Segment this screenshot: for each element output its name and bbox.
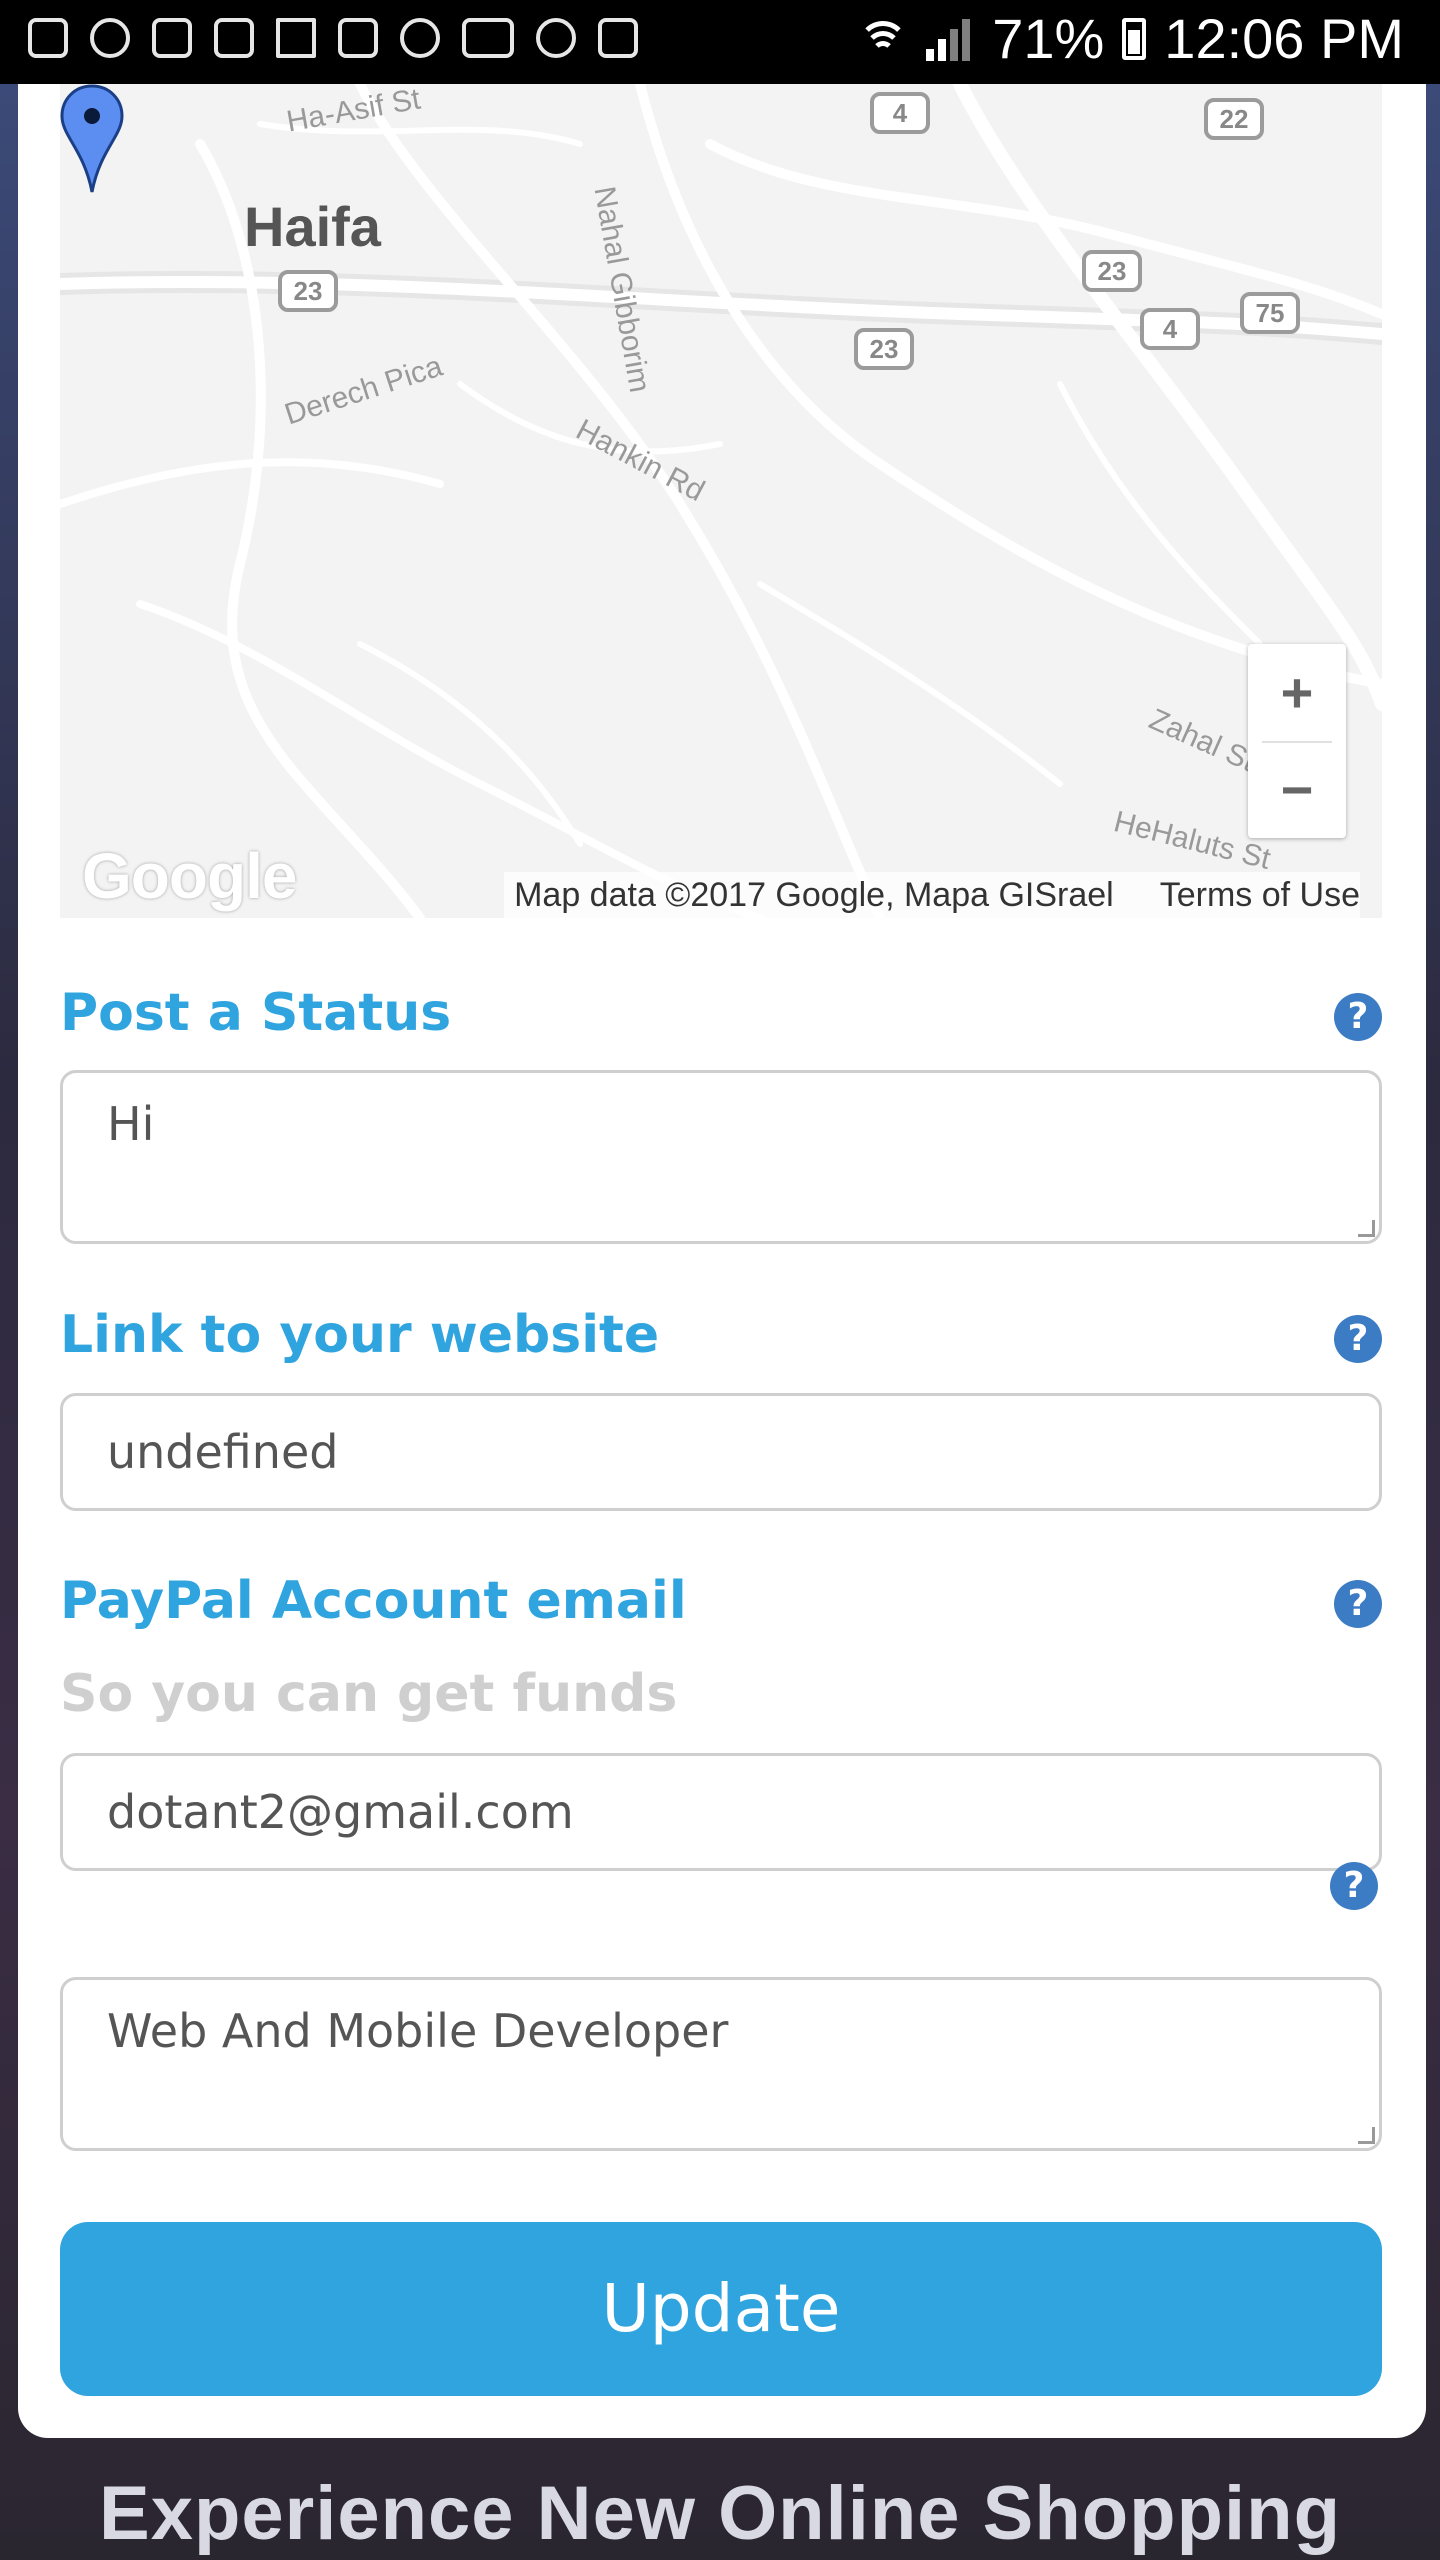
paypal-help-icon[interactable]: ?	[1334, 1580, 1382, 1628]
paypal-label: PayPal Account email	[60, 1571, 687, 1631]
route-shield: 22	[1204, 98, 1264, 140]
route-shield: 23	[854, 328, 914, 370]
status-help-icon[interactable]: ?	[1334, 993, 1382, 1041]
zoom-separator	[1262, 741, 1332, 743]
website-help-icon[interactable]: ?	[1334, 1315, 1382, 1363]
email-icon	[152, 18, 192, 58]
map-attribution: Map data ©2017 Google, Mapa GISrael	[514, 875, 1114, 914]
paypal-email-input[interactable]: dotant2@gmail.com	[60, 1753, 1382, 1871]
status-textarea[interactable]: Hi	[60, 1070, 1382, 1244]
status-label: Post a Status	[60, 983, 452, 1043]
website-input[interactable]: undefined	[60, 1393, 1382, 1511]
route-shield: 75	[1240, 292, 1300, 334]
bio-textarea[interactable]: Web And Mobile Developer	[60, 1977, 1382, 2151]
notification-icons	[28, 18, 638, 58]
route-shield: 23	[1082, 250, 1142, 292]
route-shield: 4	[1140, 308, 1200, 350]
figure-icon-2	[536, 18, 576, 58]
website-label: Link to your website	[60, 1305, 660, 1365]
map[interactable]: Haifa Ha-Asif St Nahal Gibborim Derech P…	[60, 84, 1382, 918]
background-headline: Experience New Online Shopping	[99, 2471, 1341, 2556]
gallery-icon	[28, 18, 68, 58]
clock: 12:06 PM	[1164, 7, 1404, 70]
bio-help-icon[interactable]: ?	[1330, 1862, 1378, 1910]
route-shield: 4	[870, 92, 930, 134]
zoom-in-button[interactable]: +	[1248, 644, 1346, 741]
pinwheel-icon	[276, 18, 316, 58]
map-attribution-bar: Map data ©2017 Google, Mapa GISrael Term…	[504, 872, 1360, 918]
wifi-icon	[858, 19, 909, 59]
zoom-control: + −	[1248, 644, 1346, 838]
terms-of-use-link[interactable]: Terms of Use	[1160, 876, 1360, 915]
update-button[interactable]: Update	[60, 2222, 1382, 2396]
app-icon	[338, 18, 378, 58]
battery-percent: 71%	[992, 7, 1105, 70]
figure-icon	[400, 18, 440, 58]
zoom-out-button[interactable]: −	[1248, 741, 1346, 838]
status-bar: 71% 12:06 PM	[0, 0, 1440, 84]
bbm-icon	[462, 18, 514, 58]
google-logo: Google	[82, 840, 297, 912]
missed-call-icon	[90, 18, 130, 58]
battery-icon	[1122, 17, 1147, 60]
route-shield: 23	[278, 270, 338, 312]
paypal-sublabel: So you can get funds	[60, 1664, 678, 1724]
location-pin-icon[interactable]	[60, 84, 124, 194]
signal-icon	[924, 17, 974, 61]
clipboard-check-icon	[598, 18, 638, 58]
calendar-icon	[214, 18, 254, 58]
map-city-label: Haifa	[244, 195, 381, 258]
